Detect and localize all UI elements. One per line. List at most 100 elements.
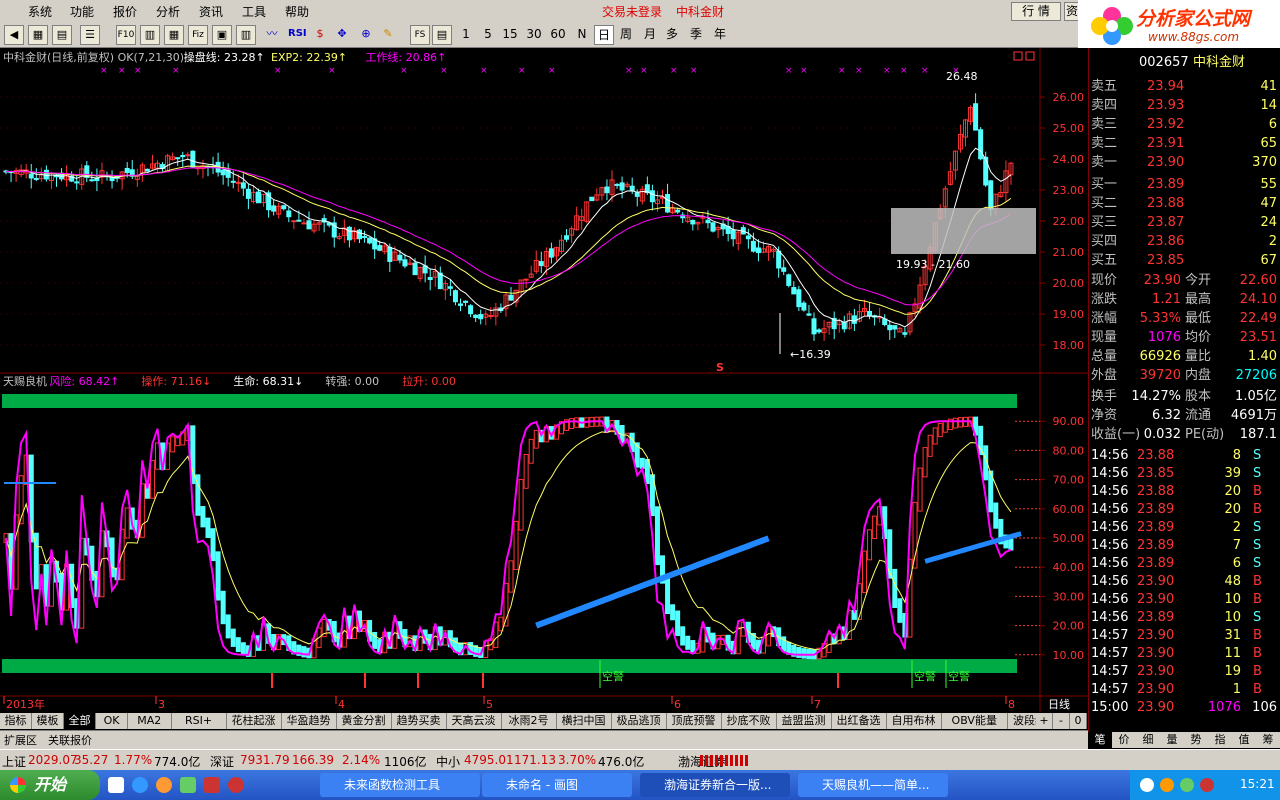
tab-indicator-14[interactable]: 顶底预警 — [666, 713, 722, 729]
top-header-item: 工作线: 20.86↑ — [365, 50, 446, 64]
task-tianci[interactable]: 天赐良机——简单... — [798, 773, 948, 797]
right-tab-4[interactable]: 势 — [1184, 732, 1208, 748]
tab-extension[interactable]: 扩展区 — [4, 732, 37, 748]
cycle-day[interactable]: 日 — [594, 25, 614, 45]
tab-indicator-7[interactable]: 华盈趋势 — [281, 713, 337, 729]
right-tab-3[interactable]: 量 — [1160, 732, 1184, 748]
tab-indicator-12[interactable]: 横扫中国 — [556, 713, 612, 729]
tab-indicator-5[interactable]: RSI+ — [171, 713, 227, 729]
pen-icon[interactable]: ✎ — [380, 25, 396, 43]
zoom-button-1[interactable]: - — [1053, 713, 1070, 729]
tab-related-quote[interactable]: 关联报价 — [48, 732, 92, 748]
period-5min[interactable]: 5 — [480, 25, 496, 43]
tab-indicator-1[interactable]: 模板 — [32, 713, 64, 729]
quicklaunch-ie-icon[interactable] — [132, 777, 148, 793]
cycle-month[interactable]: 月 — [642, 25, 658, 43]
tab-indicator-16[interactable]: 益盟监测 — [776, 713, 832, 729]
quicklaunch-desktop-icon[interactable] — [108, 777, 124, 793]
tick-time: 14:56 — [1091, 538, 1129, 553]
cycle-year[interactable]: 年 — [712, 25, 728, 43]
menu-info[interactable]: 资讯 — [199, 3, 223, 20]
start-button[interactable]: 开始 — [0, 770, 100, 800]
cross-mark: × — [785, 66, 793, 76]
rsi-button[interactable]: RSI — [288, 25, 307, 43]
chart-icon[interactable]: ▤ — [52, 25, 72, 45]
period-60min[interactable]: 60 — [550, 25, 566, 43]
ask-row: 卖一 23.90 370 — [1089, 154, 1280, 172]
tab-indicator-15[interactable]: 抄底不败 — [721, 713, 777, 729]
fund-row: 换手 14.27% 股本 1.05亿 — [1089, 388, 1280, 406]
menu-system[interactable]: 系统 — [28, 3, 52, 20]
status-item: 1.77% — [114, 753, 153, 767]
right-tab-2[interactable]: 细 — [1136, 732, 1160, 748]
task-func-check[interactable]: 未来函数检测工具 — [320, 773, 480, 797]
quicklaunch-app-icon[interactable] — [204, 777, 220, 793]
ftv-button[interactable]: Fiz — [188, 25, 208, 45]
tab-indicator-8[interactable]: 黄金分割 — [336, 713, 392, 729]
period-1min[interactable]: 1 — [458, 25, 474, 43]
tab-indicator-0[interactable]: 指标 — [0, 713, 32, 729]
tab-indicator-19[interactable]: OBV能量 — [941, 713, 1008, 729]
list-icon[interactable]: ☰ — [80, 25, 100, 45]
candle-body — [816, 329, 822, 333]
columns-icon[interactable]: ▥ — [236, 25, 256, 45]
fs-button[interactable]: FS — [410, 25, 430, 45]
period-n[interactable]: N — [574, 25, 590, 43]
right-tab-1[interactable]: 价 — [1112, 732, 1136, 748]
right-tab-5[interactable]: 指 — [1208, 732, 1232, 748]
tray-app-icon[interactable] — [1200, 778, 1214, 792]
tab-indicator-13[interactable]: 极品逃顶 — [611, 713, 667, 729]
back-icon[interactable]: ◀ — [4, 25, 24, 45]
dollar-icon[interactable]: $ — [312, 25, 328, 43]
kline-chart[interactable]: 中科金财(日线,前复权) OK(7,21,30) 操盘线: 23.28↑ EXP2:… — [0, 48, 1088, 712]
zoom-button-2[interactable]: 0 — [1070, 713, 1087, 729]
doc-icon[interactable]: ▥ — [140, 25, 160, 45]
grid-icon[interactable]: ▦ — [28, 25, 48, 45]
quicklaunch-tool-icon[interactable] — [180, 777, 196, 793]
box-range-label: 19.93 - 21.60 — [896, 258, 970, 271]
move-icon[interactable]: ✥ — [334, 25, 350, 43]
menu-function[interactable]: 功能 — [70, 3, 94, 20]
quicklaunch-music-icon[interactable] — [228, 777, 244, 793]
menu-quote[interactable]: 报价 — [113, 3, 137, 20]
trade-status[interactable]: 交易未登录 — [602, 3, 662, 20]
task-securities[interactable]: 渤海证券新合一版... — [640, 773, 790, 797]
right-tab-0[interactable]: 笔 — [1088, 732, 1112, 748]
right-tab-6[interactable]: 值 — [1232, 732, 1256, 748]
status-item: 2.14% — [342, 753, 381, 767]
tick-time: 14:56 — [1091, 448, 1129, 463]
tab-indicator-6[interactable]: 花柱起涨 — [226, 713, 282, 729]
candle-body — [811, 318, 817, 335]
cycle-multi[interactable]: 多 — [664, 25, 680, 43]
tab-indicator-2[interactable]: 全部 — [64, 713, 96, 729]
lower-band — [2, 659, 1017, 673]
tab-indicator-10[interactable]: 天高云淡 — [446, 713, 502, 729]
right-tab-7[interactable]: 筹 — [1256, 732, 1280, 748]
tab-indicator-18[interactable]: 自用布林 — [886, 713, 942, 729]
window-icon[interactable]: ▣ — [212, 25, 232, 45]
cycle-season[interactable]: 季 — [688, 25, 704, 43]
tab-indicator-9[interactable]: 趋势买卖 — [391, 713, 447, 729]
quicklaunch-browser-icon[interactable] — [156, 777, 172, 793]
tray-volume-icon[interactable] — [1180, 778, 1194, 792]
task-paint[interactable]: 未命名 - 画图 — [482, 773, 632, 797]
cycle-week[interactable]: 周 — [618, 25, 634, 43]
tab-indicator-11[interactable]: 冰雨2号 — [501, 713, 557, 729]
f10-button[interactable]: F10 — [116, 25, 136, 45]
quote-button[interactable]: 行 情 — [1011, 2, 1061, 21]
tab-indicator-4[interactable]: MA2 — [128, 713, 172, 729]
tab-indicator-17[interactable]: 出红备选 — [831, 713, 887, 729]
tray-shield-icon[interactable] — [1160, 778, 1174, 792]
menu-analysis[interactable]: 分析 — [156, 3, 180, 20]
table-icon[interactable]: ▦ — [164, 25, 184, 45]
tab-indicator-3[interactable]: OK — [96, 713, 128, 729]
line-chart-icon[interactable]: 〰 — [264, 25, 280, 43]
period-15min[interactable]: 15 — [502, 25, 518, 43]
multi-chart-icon[interactable]: ▤ — [432, 25, 452, 45]
tray-network-icon[interactable] — [1140, 778, 1154, 792]
zoom-button-0[interactable]: + — [1036, 713, 1053, 729]
zoom-in-icon[interactable]: ⊕ — [358, 25, 374, 43]
menu-help[interactable]: 帮助 — [285, 3, 309, 20]
menu-tools[interactable]: 工具 — [242, 3, 266, 20]
period-30min[interactable]: 30 — [526, 25, 542, 43]
